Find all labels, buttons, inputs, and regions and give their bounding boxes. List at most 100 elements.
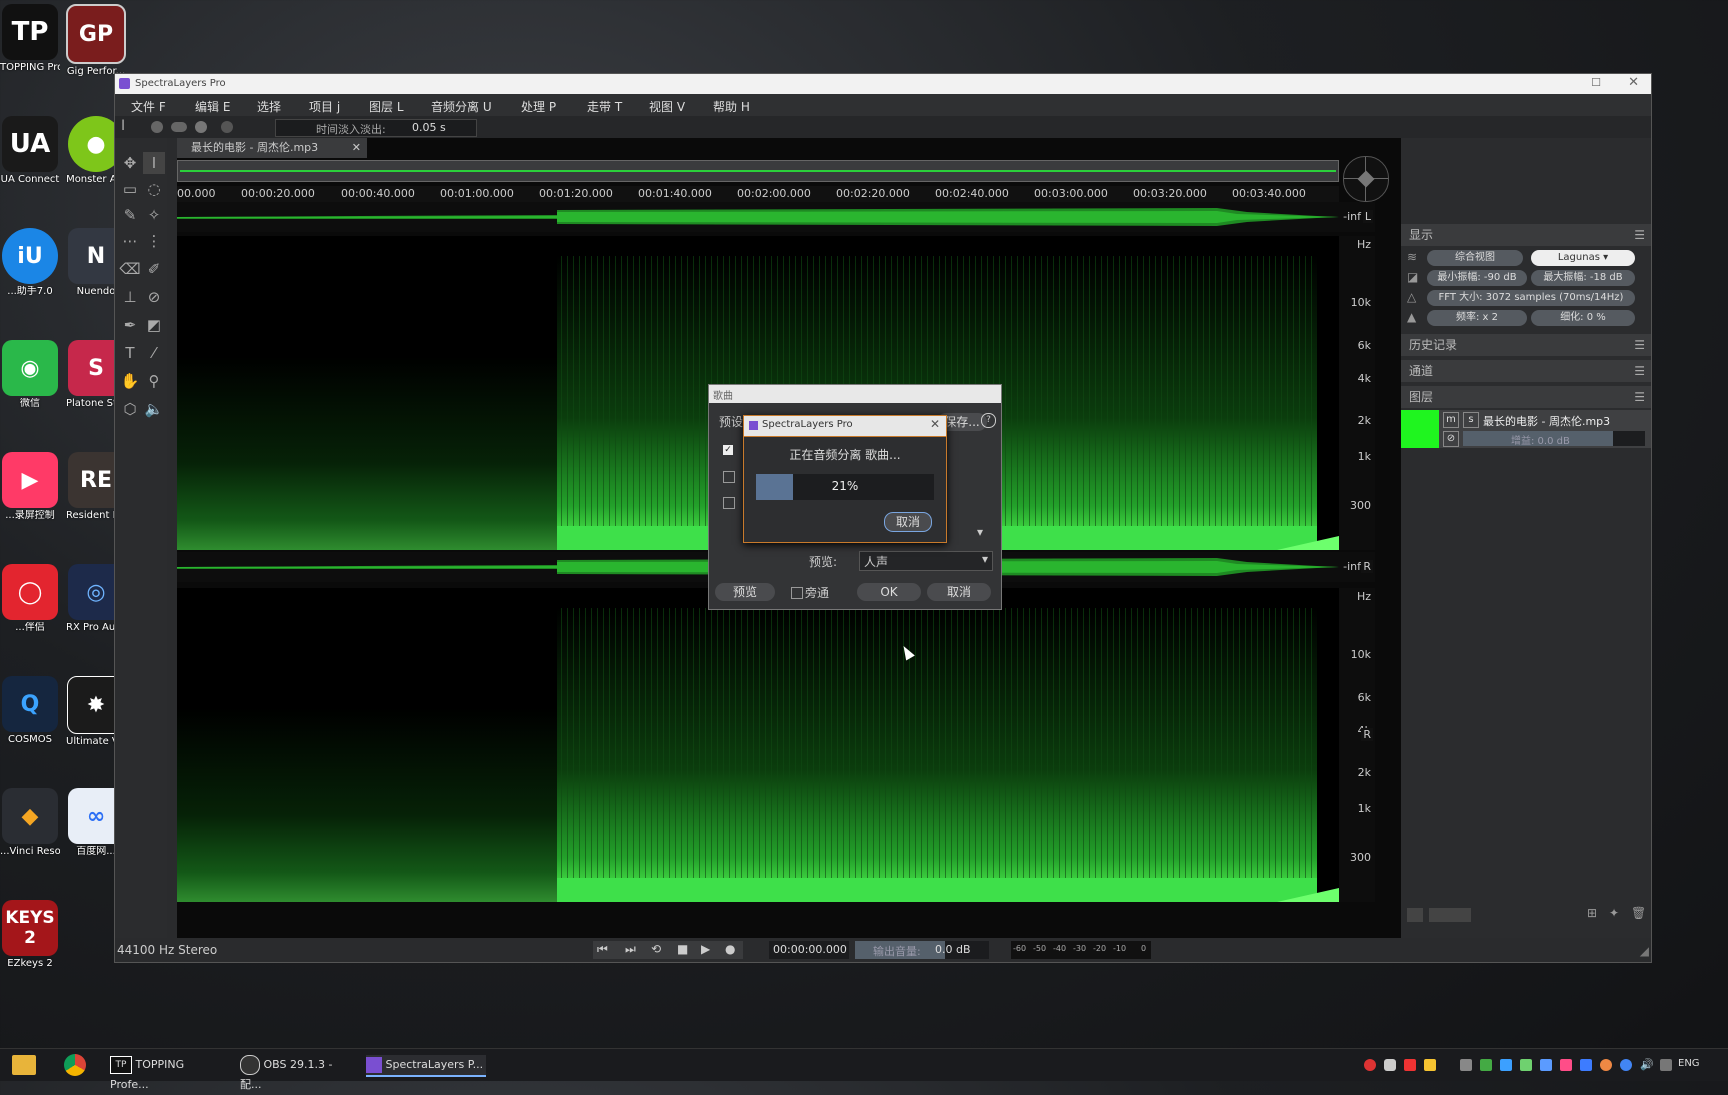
harmonics-icon[interactable]: ⋯ [119,230,141,252]
chevron-down-icon[interactable]: ▾ [977,525,983,539]
hamburger-icon[interactable]: ☰ [1634,224,1645,246]
hamburger-icon[interactable]: ☰ [1634,386,1645,408]
layers-view-icon[interactable]: ≋ [1407,250,1417,264]
brush-shape-icon[interactable] [171,122,187,132]
tray-icon[interactable] [1560,1059,1572,1071]
fade-time-field[interactable]: 时间淡入淡出: 0.05 s [275,119,477,137]
layers-panel-header[interactable]: 图层 ☰ [1401,386,1651,408]
menu-process[interactable]: 处理 P [521,98,556,115]
menu-file[interactable]: 文件 F [131,98,166,115]
desktop-icon-wechat[interactable]: ◉ 微信 [0,340,60,410]
panel-button[interactable] [1429,908,1471,922]
layer-solo-button[interactable]: s [1463,412,1479,428]
desktop-icon-davinci[interactable]: ◆ ...Vinci Resolve [0,788,60,858]
close-icon[interactable]: ✕ [1628,75,1639,90]
max-amplitude-slider[interactable]: 最大振幅: -18 dB [1531,270,1635,286]
tray-icon[interactable] [1580,1059,1592,1071]
delete-layer-icon[interactable]: 🗑 [1631,906,1646,920]
progress-title-bar[interactable]: SpectraLayers Pro ✕ [744,416,946,437]
hamburger-icon[interactable]: ☰ [1634,334,1645,356]
desktop-icon-partner[interactable]: ◯ ...伴侣 [0,564,60,634]
eyedropper-icon[interactable]: ⁄ [143,342,165,364]
chrome-tray-icon[interactable] [1620,1059,1632,1071]
desktop-icon-ua-connect[interactable]: UA UA Connect [0,116,60,186]
brush-shape-icon[interactable] [221,121,233,133]
detail-slider[interactable]: 细化: 0 % [1531,310,1635,326]
menu-view[interactable]: 视图 V [649,98,685,115]
text-cursor-icon[interactable]: I [121,118,125,134]
panel-button[interactable] [1407,908,1423,922]
language-indicator[interactable]: ENG [1678,1058,1700,1069]
min-amplitude-slider[interactable]: 最小振幅: -90 dB [1427,270,1527,286]
close-tab-icon[interactable]: ✕ [352,138,361,158]
tray-icon[interactable] [1600,1059,1612,1071]
tray-icon[interactable] [1520,1059,1532,1071]
close-icon[interactable]: ✕ [930,417,940,431]
bypass-checkbox[interactable] [791,587,803,599]
marker-icon[interactable]: ✐ [143,258,165,280]
fill-icon[interactable]: ◩ [143,314,165,336]
brush-shape-icon[interactable] [151,121,163,133]
zoom-icon[interactable]: ⚲ [143,370,165,392]
stop-icon[interactable]: ■ [677,942,688,956]
skip-back-icon[interactable]: ⏮ [597,942,608,957]
cube-icon[interactable]: ⬡ [119,398,141,420]
tray-icon[interactable] [1404,1059,1416,1071]
preview-select[interactable]: 人声 ▾ [859,551,993,571]
fft-size-slider[interactable]: FFT 大小: 3072 samples (70ms/14Hz) [1427,290,1635,306]
layer-row[interactable]: m s 最长的电影 - 周杰伦.mp3 ⊘ 增益: 0.0 dB [1401,410,1651,448]
view-mode-button[interactable]: 综合视图 [1427,250,1523,266]
loop-icon[interactable]: ⟲ [651,942,661,956]
tray-icon[interactable] [1660,1059,1672,1071]
document-tab[interactable]: 最长的电影 - 周杰伦.mp3 ✕ [177,138,367,158]
history-panel-header[interactable]: 历史记录 ☰ [1401,334,1651,356]
stem-checkbox[interactable]: ✓ [723,445,733,455]
timeline-ruler[interactable]: 00.000 00:00:20.000 00:00:40.000 00:01:0… [177,186,1339,202]
brush-select-icon[interactable]: ✎ [119,204,141,226]
flag-icon[interactable] [1424,1059,1436,1071]
record-icon[interactable]: ● [725,942,735,956]
tray-icon[interactable] [1460,1059,1472,1071]
hand-icon[interactable]: ✋ [119,370,141,392]
resize-grip-icon[interactable]: ◢ [1640,944,1649,958]
cancel-button[interactable]: 取消 [927,583,991,601]
taskbar-item-obs[interactable]: OBS 29.1.3 - 配... [240,1055,350,1091]
overview-bar[interactable] [177,160,1339,182]
lasso-icon[interactable]: ◌ [143,178,165,200]
time-select-tool-icon[interactable]: I [143,152,165,174]
desktop-icon-recorder[interactable]: ▶ ...录屏控制 [0,452,60,522]
effects-icon[interactable]: ✦ [1609,906,1619,920]
layer-gain-slider[interactable]: 增益: 0.0 dB [1463,431,1645,447]
maximize-icon[interactable]: ☐ [1591,76,1601,89]
waveform-left[interactable] [177,202,1339,232]
taskbar-item-topping[interactable]: TP TOPPING Profe... [110,1055,225,1091]
dialog-title-bar[interactable]: 歌曲 [709,385,1001,403]
text-tool-icon[interactable]: T [119,342,141,364]
output-volume-slider[interactable]: 输出音量: 0.0 dB [855,941,989,959]
magic-wand-icon[interactable]: ✧ [143,204,165,226]
menu-layer[interactable]: 图层 L [369,98,404,115]
channels-panel-header[interactable]: 通道 ☰ [1401,360,1651,382]
stem-checkbox[interactable] [723,471,735,483]
transport-time-display[interactable]: 00:00:00.000 [769,941,849,959]
add-layer-icon[interactable]: ⊞ [1587,906,1597,920]
menu-edit[interactable]: 编辑 E [195,98,230,115]
move-tool-icon[interactable]: ✥ [119,152,141,174]
preview-button[interactable]: 预览 [715,583,775,601]
frequency-zoom-slider[interactable]: 频率: x 2 [1427,310,1527,326]
stem-checkbox[interactable] [723,497,735,509]
pen-icon[interactable]: ✒ [119,314,141,336]
menu-transport[interactable]: 走带 T [587,98,622,115]
brush-shape-icon[interactable] [195,121,207,133]
desktop-icon-topping[interactable]: TP TOPPING Professional ... [0,4,60,74]
frequency-select-icon[interactable]: ⋮ [143,230,165,252]
heal-icon[interactable]: ⊘ [143,286,165,308]
volume-icon[interactable]: 🔊 [1640,1059,1654,1071]
layer-mute-button[interactable]: m [1443,412,1459,428]
skip-forward-icon[interactable]: ⏭ [625,942,636,957]
display-panel-header[interactable]: 显示 ☰ [1401,224,1651,246]
tray-icon[interactable] [1364,1059,1376,1071]
play-icon[interactable]: ▶ [701,942,710,956]
file-explorer-icon[interactable] [12,1055,36,1075]
menu-unmix[interactable]: 音频分离 U [431,98,492,115]
